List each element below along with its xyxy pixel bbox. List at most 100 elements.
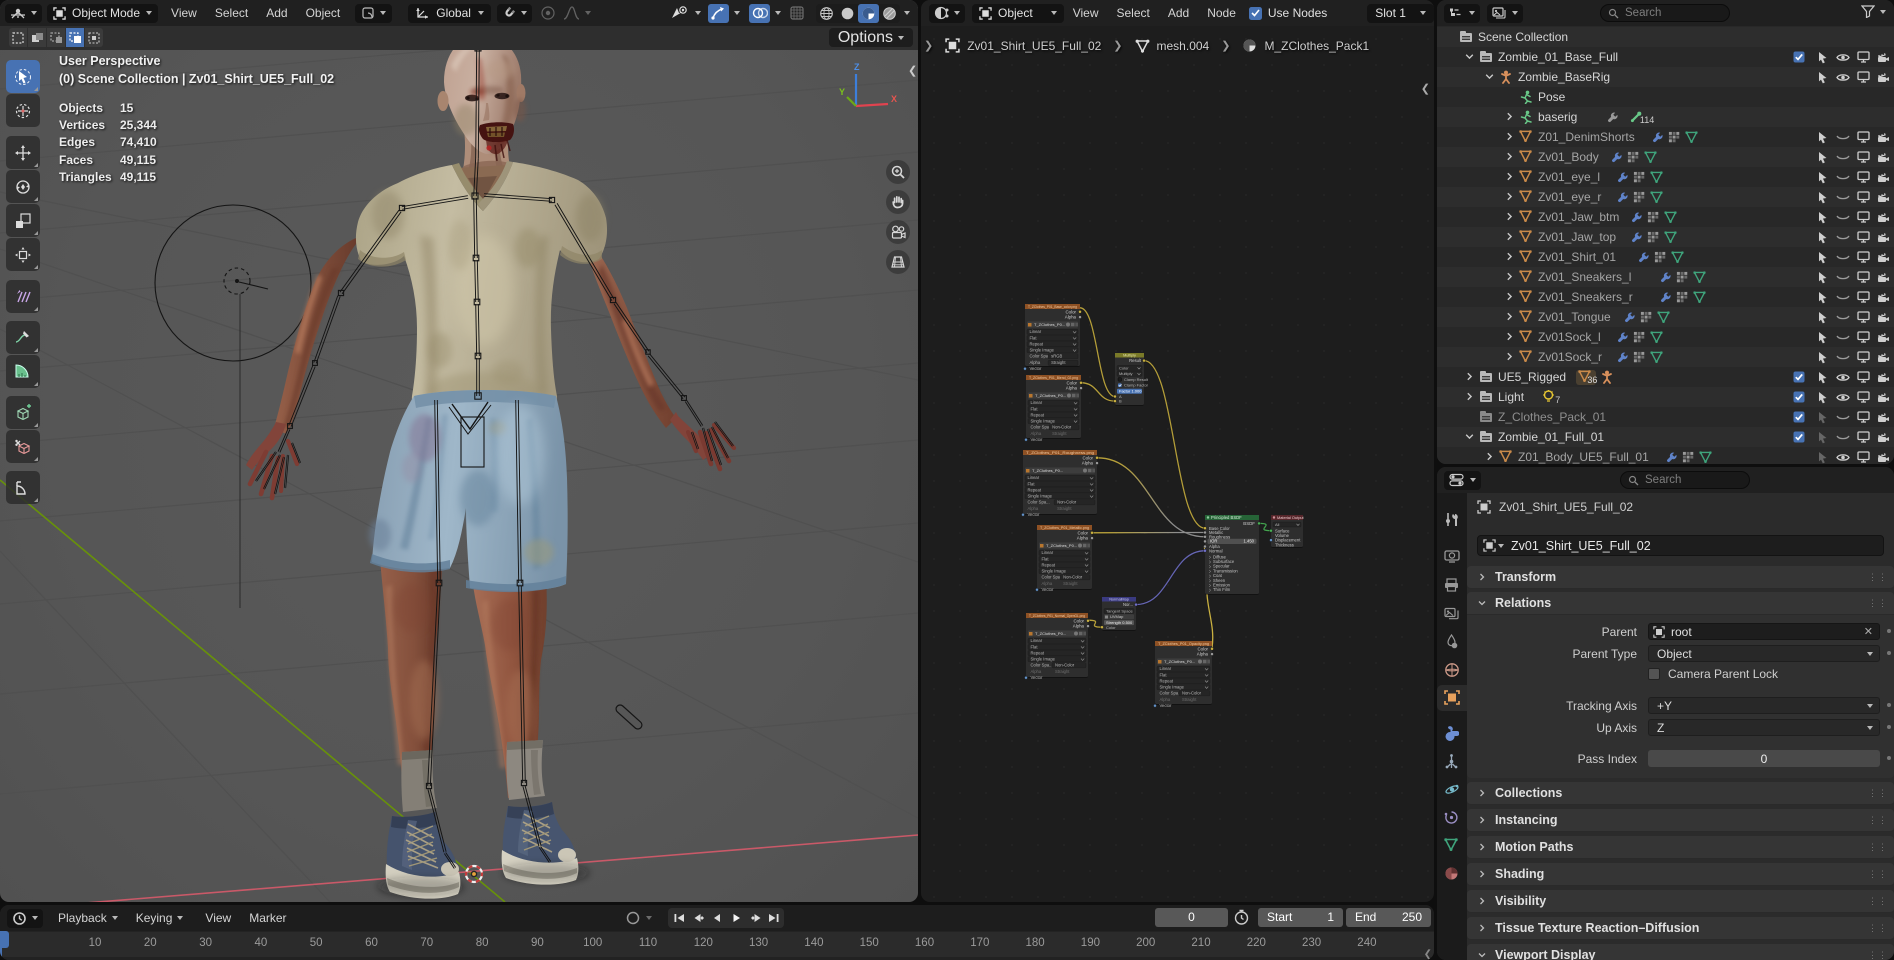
svg-text:All: All (1275, 522, 1280, 527)
svg-text:Single Image: Single Image (1042, 569, 1067, 574)
svg-text:Repeat: Repeat (1042, 562, 1056, 567)
svg-text:Color Spa...: Color Spa... (1160, 691, 1182, 696)
svg-text:Color Spa...: Color Spa... (1028, 500, 1050, 505)
svg-text:Material Output: Material Output (1277, 515, 1305, 520)
svg-text:T_ZClothes_P01_Base_color.png: T_ZClothes_P01_Base_color.png (1028, 304, 1077, 309)
svg-text:Y: Y (839, 87, 845, 97)
svg-text:Straight: Straight (1182, 697, 1197, 702)
svg-text:Color: Color (1066, 309, 1077, 314)
svg-text:Factor 1.000: Factor 1.000 (1119, 389, 1142, 394)
svg-text:Thickness: Thickness (1275, 542, 1294, 547)
svg-text:Color Spa...: Color Spa... (1031, 663, 1053, 668)
svg-text:Color: Color (1083, 455, 1094, 460)
svg-text:Single Image: Single Image (1031, 657, 1056, 662)
svg-text:Color: Color (1198, 646, 1209, 651)
svg-text:Normal: Normal (1209, 548, 1223, 553)
svg-text:Tangent Space: Tangent Space (1106, 608, 1133, 613)
svg-text:Single Image: Single Image (1028, 494, 1053, 499)
svg-text:Alpha: Alpha (1028, 506, 1039, 511)
svg-text:Z: Z (854, 62, 860, 72)
svg-text:Alpha: Alpha (1082, 461, 1094, 466)
svg-text:Non-Color: Non-Color (1063, 575, 1083, 580)
svg-text:Repeat: Repeat (1160, 678, 1174, 683)
svg-text:T_ZClothes_P01_Metallic.png: T_ZClothes_P01_Metallic.png (1040, 525, 1089, 530)
svg-text:T_ZClothes_P01_Normal_OpenGL.p: T_ZClothes_P01_Normal_OpenGL.png (1029, 613, 1085, 618)
svg-text:Multiply: Multiply (1119, 371, 1133, 376)
svg-text:Multiply: Multiply (1123, 354, 1136, 358)
svg-text:Principled BSDF: Principled BSDF (1211, 515, 1242, 520)
svg-text:Alpha: Alpha (1065, 315, 1077, 320)
svg-text:Non-Color: Non-Color (1057, 500, 1077, 505)
svg-text:IOR: IOR (1210, 539, 1217, 544)
svg-text:Alpha: Alpha (1073, 624, 1085, 629)
svg-text:Flat: Flat (1031, 644, 1039, 649)
svg-text:Alpha: Alpha (1160, 697, 1171, 702)
svg-text:Repeat: Repeat (1031, 650, 1045, 655)
svg-text:sRGB: sRGB (1051, 354, 1062, 359)
svg-text:Repeat: Repeat (1031, 412, 1045, 417)
svg-text:Alpha: Alpha (1031, 669, 1042, 674)
svg-text:T_ZClothes_P0...: T_ZClothes_P0... (1035, 631, 1066, 636)
svg-text:T_ZClothes_P0...: T_ZClothes_P0... (1035, 393, 1066, 398)
svg-text:Thin Film: Thin Film (1213, 587, 1231, 592)
svg-text:Vector: Vector (1028, 512, 1040, 517)
svg-text:Non-Color: Non-Color (1055, 663, 1075, 668)
svg-text:Alpha: Alpha (1030, 360, 1041, 365)
svg-text:Color: Color (1074, 618, 1085, 623)
svg-text:T_ZClothes_P01_Blend_02.png: T_ZClothes_P01_Blend_02.png (1029, 375, 1078, 380)
svg-text:Flat: Flat (1028, 481, 1036, 486)
svg-text:BSDF: BSDF (1243, 521, 1255, 526)
svg-text:X: X (891, 94, 897, 104)
svg-text:NormalMap: NormalMap (1109, 598, 1129, 602)
svg-text:Vector: Vector (1160, 703, 1172, 708)
svg-text:Color: Color (1119, 365, 1129, 370)
svg-text:Single Image: Single Image (1030, 348, 1055, 353)
svg-text:Repeat: Repeat (1028, 487, 1042, 492)
svg-text:Repeat: Repeat (1030, 341, 1044, 346)
svg-text:Flat: Flat (1042, 556, 1050, 561)
svg-text:Result: Result (1129, 358, 1142, 363)
svg-text:Color: Color (1078, 530, 1089, 535)
svg-text:Vector: Vector (1031, 437, 1043, 442)
svg-text:Color: Color (1106, 625, 1116, 630)
svg-text:T_ZClothes_P0...: T_ZClothes_P0... (1034, 322, 1065, 327)
svg-text:Linear: Linear (1042, 550, 1054, 555)
svg-text:Flat: Flat (1160, 672, 1168, 677)
svg-text:Alpha: Alpha (1031, 431, 1042, 436)
svg-text:Linear: Linear (1030, 329, 1042, 334)
svg-text:Non-Color: Non-Color (1182, 691, 1202, 696)
svg-text:Single Image: Single Image (1031, 419, 1056, 424)
svg-text:Color: Color (1067, 380, 1078, 385)
svg-text:Clamp Factor: Clamp Factor (1124, 383, 1149, 388)
svg-text:Straight: Straight (1063, 581, 1078, 586)
svg-text:Flat: Flat (1031, 406, 1039, 411)
svg-text:Vector: Vector (1031, 675, 1043, 680)
svg-text:Linear: Linear (1160, 666, 1172, 671)
svg-text:UVMap: UVMap (1110, 614, 1124, 619)
svg-text:Vector: Vector (1030, 366, 1042, 371)
svg-text:Alpha: Alpha (1066, 386, 1078, 391)
svg-text:Alpha: Alpha (1042, 581, 1053, 586)
svg-text:1.450: 1.450 (1244, 539, 1255, 544)
svg-text:Straight: Straight (1051, 360, 1066, 365)
svg-text:Flat: Flat (1030, 335, 1038, 340)
svg-text:Alpha: Alpha (1077, 536, 1089, 541)
svg-text:Alpha: Alpha (1197, 652, 1209, 657)
svg-text:T_ZClothes_P0...: T_ZClothes_P0... (1046, 543, 1077, 548)
svg-text:Straight: Straight (1057, 506, 1072, 511)
svg-text:Nor...: Nor... (1123, 602, 1133, 607)
svg-text:T_ZClothes_P0...: T_ZClothes_P0... (1032, 468, 1063, 473)
svg-text:Non-Color: Non-Color (1052, 425, 1072, 430)
svg-text:T_ZClothes_P01_Opacity.png: T_ZClothes_P01_Opacity.png (1158, 641, 1209, 646)
svg-text:Straight: Straight (1055, 669, 1070, 674)
svg-text:Single Image: Single Image (1160, 685, 1185, 690)
svg-text:Clamp Result: Clamp Result (1124, 377, 1149, 382)
svg-text:Vector: Vector (1042, 587, 1054, 592)
svg-text:T_ZClothes_P0...: T_ZClothes_P0... (1164, 659, 1195, 664)
svg-text:T_ZClothes_P01_Roughness.png: T_ZClothes_P01_Roughness.png (1026, 450, 1094, 455)
svg-text:Linear: Linear (1028, 475, 1040, 480)
svg-text:Linear: Linear (1031, 400, 1043, 405)
svg-text:B: B (1119, 399, 1122, 404)
svg-text:Linear: Linear (1031, 638, 1043, 643)
svg-text:Straight: Straight (1052, 431, 1067, 436)
